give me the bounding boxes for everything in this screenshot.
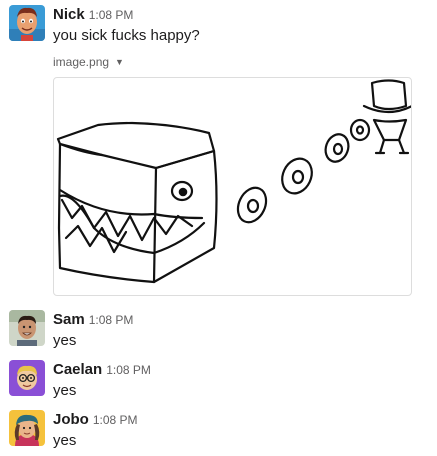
avatar-sam[interactable] xyxy=(9,310,45,346)
sender-name[interactable]: Jobo xyxy=(53,411,89,428)
timestamp[interactable]: 1:08 PM xyxy=(89,8,134,22)
timestamp[interactable]: 1:08 PM xyxy=(89,313,134,327)
message-text: yes xyxy=(53,382,77,399)
chevron-down-icon[interactable]: ▼ xyxy=(115,57,124,67)
avatar-jobo[interactable] xyxy=(9,410,45,446)
message-text: you sick fucks happy? xyxy=(53,27,200,44)
message-nick: Nick 1:08 PM you sick fucks happy? image.… xyxy=(0,0,437,300)
attachment-filename[interactable]: image.png ▼ xyxy=(53,55,124,69)
timestamp[interactable]: 1:08 PM xyxy=(106,363,151,377)
message-caelan: Caelan 1:08 PM yes xyxy=(0,355,437,403)
cube-monster-drawing xyxy=(56,79,411,284)
message-sam: Sam 1:08 PM yes xyxy=(0,305,437,353)
sender-name[interactable]: Sam xyxy=(53,311,85,328)
attachment-filename-text: image.png xyxy=(53,55,110,69)
avatar-caelan[interactable] xyxy=(9,360,45,396)
avatar-nick[interactable] xyxy=(9,5,45,41)
message-text: yes xyxy=(53,432,77,449)
sender-name[interactable]: Nick xyxy=(53,6,85,23)
timestamp[interactable]: 1:08 PM xyxy=(93,413,138,427)
message-jobo: Jobo 1:08 PM yes xyxy=(0,405,437,453)
sender-name[interactable]: Caelan xyxy=(53,361,102,378)
message-text: yes xyxy=(53,332,77,349)
attachment-image[interactable] xyxy=(53,77,412,296)
